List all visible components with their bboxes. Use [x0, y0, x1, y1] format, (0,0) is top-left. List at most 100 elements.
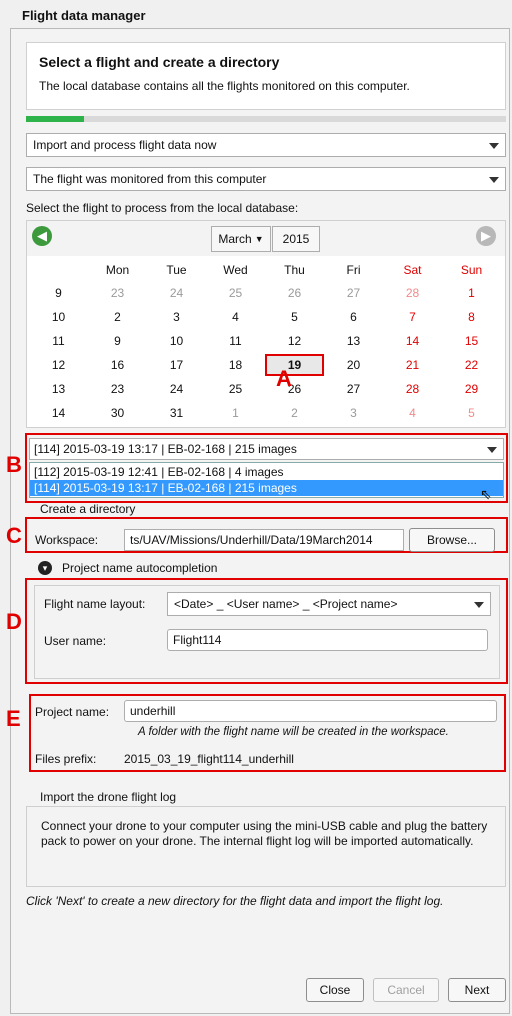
source-select[interactable]: The flight was monitored from this compu… [26, 167, 506, 191]
calendar-day[interactable]: 1 [206, 403, 265, 423]
cursor-icon: ⇖ [480, 486, 492, 502]
calendar-day[interactable]: 18 [206, 355, 265, 375]
calendar-day[interactable]: 31 [147, 403, 206, 423]
calendar-day[interactable]: 30 [88, 403, 147, 423]
calendar-day[interactable]: 28 [383, 379, 442, 399]
autocomplete-toggle-label[interactable]: Project name autocompletion [62, 561, 217, 575]
calendar-day[interactable]: 17 [147, 355, 206, 375]
calendar-week-row: 10 2 3 4 5 6 7 8 [27, 307, 507, 327]
calendar-day[interactable]: 28 [383, 283, 442, 303]
project-hint: A folder with the flight name will be cr… [138, 726, 449, 738]
calendar-day[interactable]: 5 [265, 307, 324, 327]
cancel-button[interactable]: Cancel [373, 978, 439, 1002]
calendar-day[interactable]: 1 [442, 283, 501, 303]
calendar-day[interactable]: 20 [324, 355, 383, 375]
calendar-day[interactable]: 21 [383, 355, 442, 375]
calendar-day[interactable]: 7 [383, 307, 442, 327]
step-subtitle: The local database contains all the flig… [39, 79, 410, 93]
workspace-input[interactable]: ts/UAV/Missions/Underhill/Data/19March20… [124, 529, 404, 551]
arrow-right-icon: ▶ [481, 228, 491, 243]
calendar-day[interactable]: 26 [265, 379, 324, 399]
calendar-day[interactable]: 11 [206, 331, 265, 351]
layout-select[interactable]: <Date> _ <User name> _ <Project name> [167, 592, 491, 616]
next-month-button[interactable]: ▶ [476, 226, 496, 246]
calendar-day[interactable]: 27 [324, 283, 383, 303]
calendar-grid: Mon Tue Wed Thu Fri Sat Sun 9 23 24 25 26 27 28 1 10 2 3 4… [26, 256, 506, 428]
weekday-label: Fri [346, 263, 361, 277]
files-prefix-label: Files prefix: [35, 752, 97, 766]
project-name-label: Project name: [35, 705, 110, 719]
flight-log-group-label: Import the drone flight log [40, 790, 177, 804]
browse-button[interactable]: Browse... [409, 528, 495, 552]
calendar-day[interactable]: 5 [442, 403, 501, 423]
calendar-day[interactable]: 3 [324, 403, 383, 423]
month-select[interactable]: March ▼ [211, 226, 271, 252]
calendar-day[interactable]: 23 [88, 379, 147, 399]
calendar-day[interactable]: 26 [265, 283, 324, 303]
calendar-day-selected[interactable]: 19 [265, 354, 324, 376]
year-select[interactable]: 2015 [272, 226, 320, 252]
calendar-day[interactable]: 25 [206, 283, 265, 303]
calendar-day[interactable]: 6 [324, 307, 383, 327]
calendar-day[interactable]: 24 [147, 379, 206, 399]
close-button[interactable]: Close [306, 978, 364, 1002]
weekday-header-row: Mon Tue Wed Thu Fri Sat Sun [27, 260, 507, 280]
collapse-toggle-icon[interactable]: ▾ [38, 561, 52, 575]
calendar-day[interactable]: 27 [324, 379, 383, 399]
prev-month-button[interactable]: ◀ [32, 226, 52, 246]
calendar-week-row: 12 16 17 18 19 20 21 22 [27, 354, 507, 376]
calendar-day[interactable]: 24 [147, 283, 206, 303]
calendar-day[interactable]: 14 [383, 331, 442, 351]
chevron-down-icon [489, 177, 499, 183]
callout-a: A [276, 366, 292, 391]
calendar-day[interactable]: 23 [88, 283, 147, 303]
directory-group-label: Create a directory [40, 502, 136, 516]
step-title: Select a flight and create a directory [39, 54, 280, 70]
calendar-day[interactable]: 2 [265, 403, 324, 423]
calendar-day[interactable]: 22 [442, 355, 501, 375]
flight-select-value: [114] 2015-03-19 13:17 | EB-02-168 | 215… [34, 442, 297, 456]
weekday-label: Sun [460, 263, 483, 277]
flight-log-text: Connect your drone to your computer usin… [41, 819, 488, 848]
week-number: 10 [51, 310, 66, 324]
user-name-label: User name: [44, 634, 107, 648]
calendar-day[interactable]: 12 [265, 331, 324, 351]
mode-select[interactable]: Import and process flight data now [26, 133, 506, 157]
calendar-day[interactable]: 4 [206, 307, 265, 327]
user-name-input[interactable]: Flight114 [167, 629, 488, 651]
week-number: 13 [51, 382, 66, 396]
calendar-week-row: 14 30 31 1 2 3 4 5 [27, 403, 507, 423]
calendar-day[interactable]: 8 [442, 307, 501, 327]
mode-select-value: Import and process flight data now [33, 138, 217, 152]
calendar-day[interactable]: 9 [88, 331, 147, 351]
calendar-day[interactable]: 16 [88, 355, 147, 375]
calendar-day[interactable]: 2 [88, 307, 147, 327]
calendar-day[interactable]: 3 [147, 307, 206, 327]
calendar-day[interactable]: 4 [383, 403, 442, 423]
calendar-day[interactable]: 15 [442, 331, 501, 351]
weekday-label: Wed [223, 263, 248, 277]
calendar-day[interactable]: 25 [206, 379, 265, 399]
chevron-down-icon: ▼ [254, 234, 264, 244]
flight-select[interactable]: [114] 2015-03-19 13:17 | EB-02-168 | 215… [29, 438, 504, 460]
progress-bar [26, 116, 506, 122]
arrow-left-icon: ◀ [37, 228, 47, 243]
flight-dropdown-list: [112] 2015-03-19 12:41 | EB-02-168 | 4 i… [29, 462, 504, 498]
next-button[interactable]: Next [448, 978, 506, 1002]
flight-option-selected[interactable]: [114] 2015-03-19 13:17 | EB-02-168 | 215… [30, 480, 503, 496]
project-name-input[interactable]: underhill [124, 700, 497, 722]
callout-c: C [6, 523, 22, 548]
progress-fill [26, 116, 84, 122]
layout-label: Flight name layout: [44, 597, 146, 611]
step-header [26, 42, 506, 110]
footer-note: Click 'Next' to create a new directory f… [26, 894, 444, 908]
calendar-week-row: 13 23 24 25 26 27 28 29 [27, 379, 507, 399]
source-select-value: The flight was monitored from this compu… [33, 172, 267, 186]
chevron-down-icon [489, 143, 499, 149]
callout-e: E [6, 706, 21, 731]
calendar-week-row: 11 9 10 11 12 13 14 15 [27, 331, 507, 351]
calendar-day[interactable]: 10 [147, 331, 206, 351]
calendar-day[interactable]: 29 [442, 379, 501, 399]
flight-option[interactable]: [112] 2015-03-19 12:41 | EB-02-168 | 4 i… [30, 464, 503, 480]
calendar-day[interactable]: 13 [324, 331, 383, 351]
